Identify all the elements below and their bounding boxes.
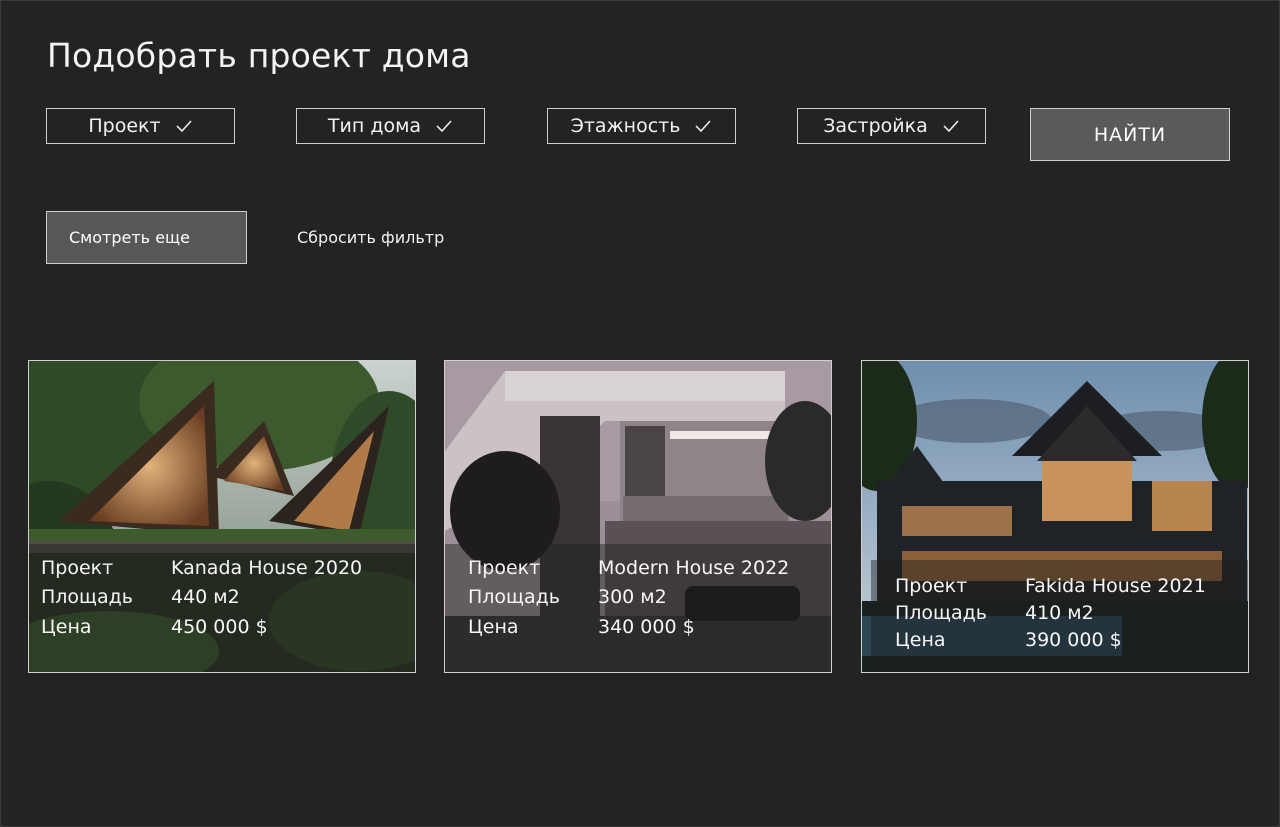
filter-project[interactable]: Проект xyxy=(46,108,235,144)
filter-house-type-label: Тип дома xyxy=(327,115,422,137)
project-name: Modern House 2022 xyxy=(598,556,790,579)
area-label: Площадь xyxy=(468,586,560,608)
project-area: 440 м2 xyxy=(171,586,240,608)
project-price: 390 000 $ xyxy=(1025,629,1122,651)
filter-development[interactable]: Застройка xyxy=(797,108,986,144)
project-name: Kanada House 2020 xyxy=(171,556,363,579)
project-price: 340 000 $ xyxy=(598,615,695,638)
checkmark-icon xyxy=(943,120,959,133)
checkmark-icon xyxy=(436,120,452,133)
filter-development-label: Застройка xyxy=(823,115,928,137)
filter-floors[interactable]: Этажность xyxy=(547,108,736,144)
page-title: Подобрать проект дома xyxy=(47,36,471,75)
project-price: 450 000 $ xyxy=(171,615,268,638)
price-label: Цена xyxy=(895,629,946,651)
area-label: Площадь xyxy=(41,586,133,608)
find-button[interactable]: НАЙТИ xyxy=(1030,108,1230,161)
reset-filter-link[interactable]: Сбросить фильтр xyxy=(297,228,444,247)
price-label: Цена xyxy=(41,615,92,638)
card-info: Проект Kanada House 2020 Площадь 440 м2 Це… xyxy=(41,554,362,643)
project-card[interactable]: Проект Fakida House 2021 Площадь 410 м2 Це… xyxy=(861,360,1249,673)
price-label: Цена xyxy=(468,615,519,638)
project-area: 410 м2 xyxy=(1025,602,1094,624)
filter-floors-label: Этажность xyxy=(570,115,681,137)
project-label: Проект xyxy=(468,556,541,579)
project-label: Проект xyxy=(895,575,968,597)
project-card[interactable]: Проект Modern House 2022 Площадь 300 м2 Це… xyxy=(444,360,832,673)
project-card[interactable]: Проект Kanada House 2020 Площадь 440 м2 Це… xyxy=(28,360,416,673)
filter-house-type[interactable]: Тип дома xyxy=(296,108,485,144)
filter-project-label: Проект xyxy=(88,115,161,137)
project-label: Проект xyxy=(41,556,114,579)
project-name: Fakida House 2021 xyxy=(1025,575,1206,597)
checkmark-icon xyxy=(695,120,712,133)
card-info: Проект Modern House 2022 Площадь 300 м2 Це… xyxy=(468,554,789,643)
area-label: Площадь xyxy=(895,602,987,624)
project-area: 300 м2 xyxy=(598,586,667,608)
checkmark-icon xyxy=(176,120,192,133)
show-more-button[interactable]: Смотреть еще xyxy=(46,211,247,264)
card-info: Проект Fakida House 2021 Площадь 410 м2 Це… xyxy=(895,573,1206,654)
